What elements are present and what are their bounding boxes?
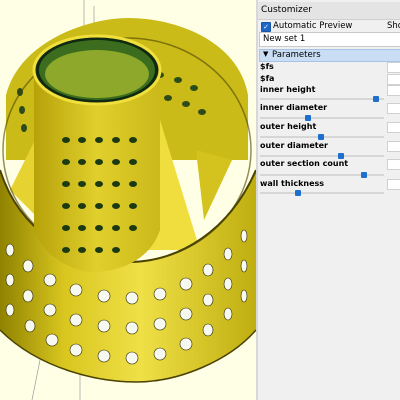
param-label-inner-diameter: inner diameter	[260, 103, 328, 112]
preset-name: New set 1	[263, 34, 306, 44]
param-input-wall-thickness[interactable]	[387, 179, 400, 190]
3d-viewport[interactable]	[0, 0, 256, 400]
param-input-outer-section-count[interactable]	[387, 159, 400, 170]
inner-diameter-slider-thumb[interactable]	[304, 115, 311, 121]
automatic-preview-row: ✓ Automatic Preview Sho	[258, 19, 400, 33]
param-label-fa: $fa	[260, 74, 275, 83]
param-label-outer-height: outer height	[260, 122, 317, 131]
param-label-fs: $fs	[260, 62, 274, 71]
param-input-inner-height[interactable]	[387, 85, 400, 96]
customizer-title: Customizer	[261, 5, 312, 15]
param-label-outer-section-count: outer section count	[260, 159, 349, 168]
inner-height-slider-thumb[interactable]	[373, 96, 380, 102]
parameters-header-label: Parameters	[272, 50, 321, 60]
param-input-fs[interactable]	[387, 62, 400, 73]
outer-height-slider-thumb[interactable]	[317, 134, 324, 140]
outer-diameter-slider[interactable]	[260, 155, 384, 157]
param-input-outer-height[interactable]	[387, 122, 400, 133]
parameters-group-header[interactable]: ▼ Parameters	[259, 49, 400, 62]
param-input-inner-diameter[interactable]	[387, 103, 400, 114]
param-label-outer-diameter: outer diameter	[260, 141, 328, 150]
wall-thickness-slider-thumb[interactable]	[295, 190, 302, 196]
wall-thickness-slider[interactable]	[260, 192, 384, 194]
inner-diameter-slider[interactable]	[260, 117, 384, 119]
collapse-arrow-icon: ▼	[263, 50, 269, 58]
param-input-fa[interactable]	[387, 74, 400, 85]
model-render	[0, 0, 256, 400]
param-label-inner-height: inner height	[260, 85, 316, 94]
show-details-button[interactable]: Sho	[387, 21, 400, 31]
automatic-preview-label: Automatic Preview	[273, 21, 353, 31]
param-input-outer-diameter[interactable]	[387, 141, 400, 152]
param-label-wall-thickness: wall thickness	[260, 179, 325, 188]
customizer-panel: Customizer ✓ Automatic Preview Sho New s…	[258, 0, 400, 400]
customizer-title-bar: Customizer	[258, 2, 400, 20]
automatic-preview-checkbox[interactable]: ✓	[261, 22, 271, 32]
outer-section-count-slider-thumb[interactable]	[361, 172, 368, 178]
preset-select[interactable]: New set 1	[259, 32, 400, 47]
inner-height-slider[interactable]	[260, 98, 384, 100]
